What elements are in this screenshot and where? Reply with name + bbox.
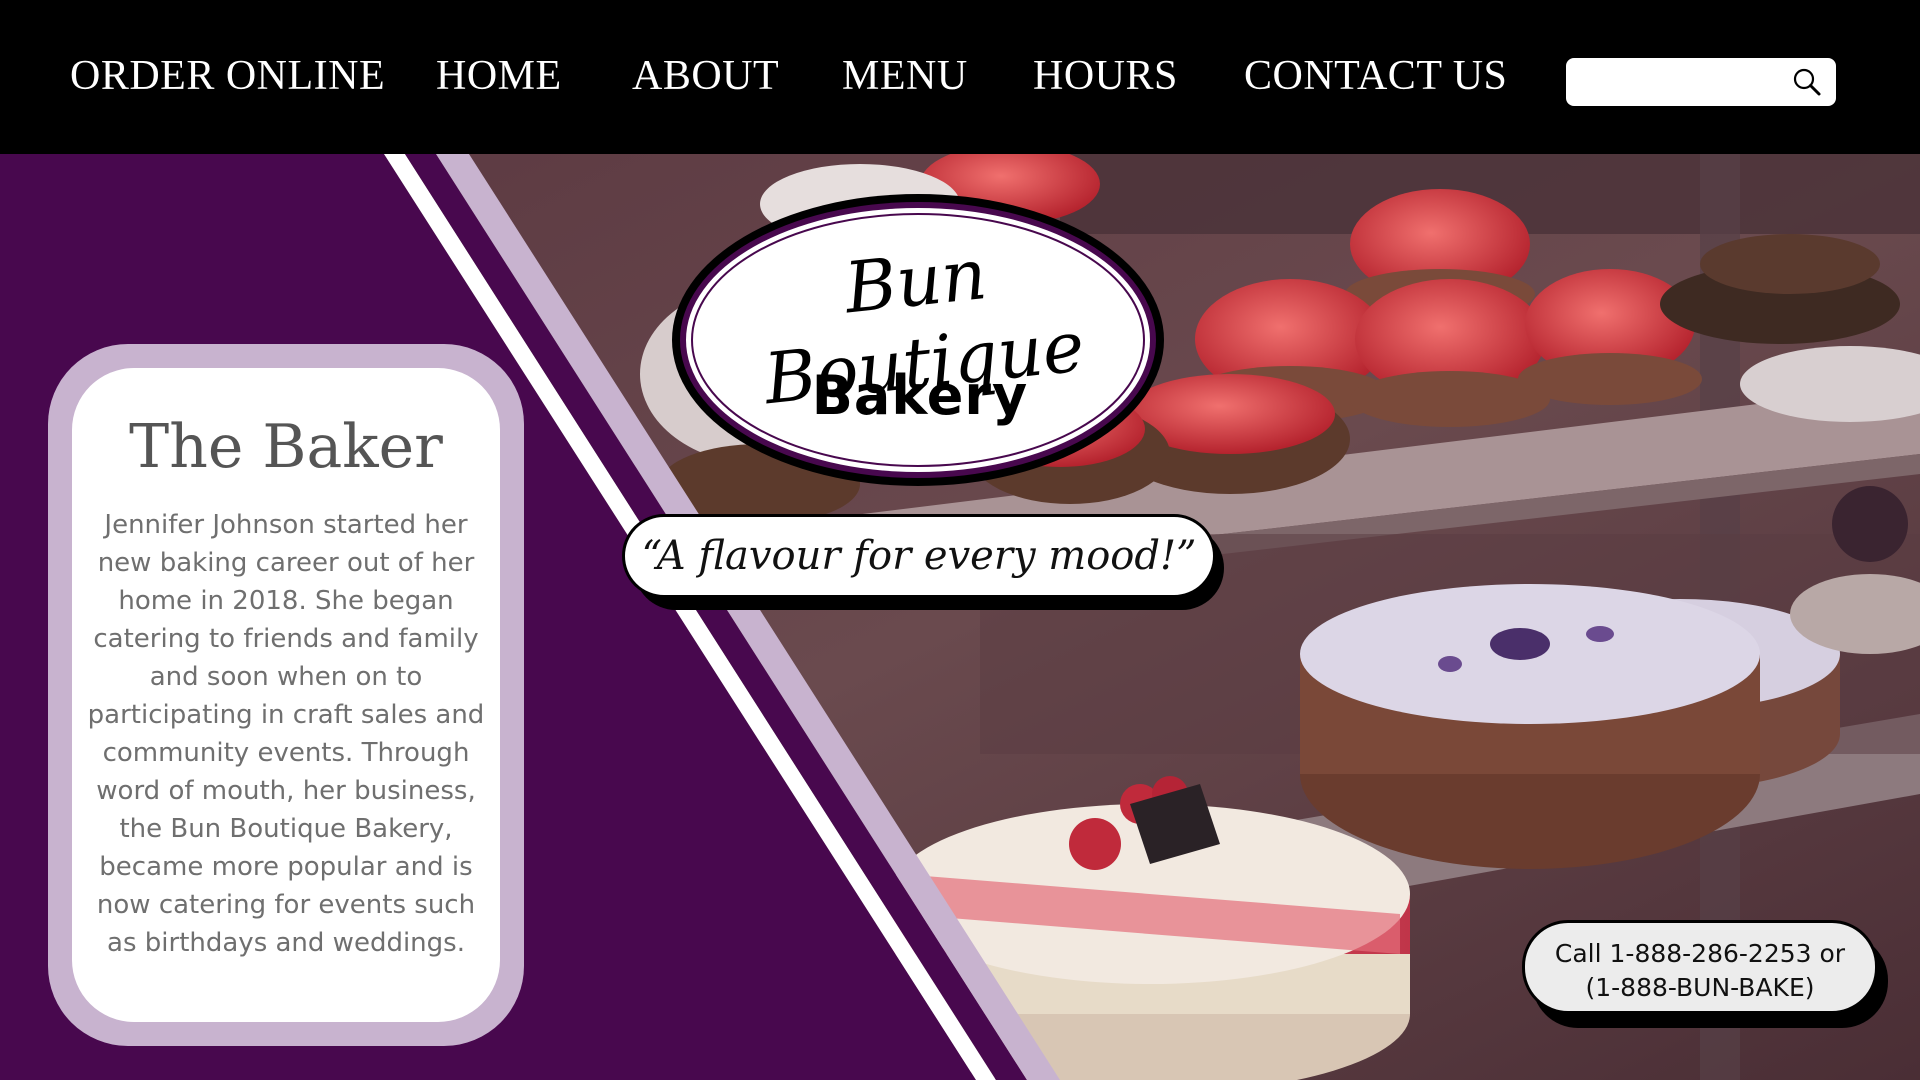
top-nav-bar: ORDER ONLINE HOME ABOUT MENU HOURS CONTA… [0,0,1920,154]
nav-order-online[interactable]: ORDER ONLINE [70,52,385,100]
search-input[interactable] [1576,64,1780,100]
call-line-1: Call 1-888-286-2253 or [1554,939,1846,968]
search-box[interactable] [1566,58,1836,106]
baker-card: The Baker Jennifer Johnson started her n… [48,344,524,1046]
baker-card-title: The Baker [129,412,443,482]
nav-home[interactable]: HOME [436,52,562,100]
search-icon[interactable] [1792,67,1822,97]
nav-about[interactable]: ABOUT [632,52,779,100]
baker-card-inner: The Baker Jennifer Johnson started her n… [72,368,500,1022]
call-line-2: (1-888-BUN-BAKE) [1585,973,1815,1002]
nav-menu[interactable]: MENU [842,52,968,100]
tagline: “A flavour for every mood!” [622,514,1216,598]
nav-hours[interactable]: HOURS [1033,52,1178,100]
baker-card-body: Jennifer Johnson started her new baking … [87,510,485,958]
logo-sub-text: Bakery [811,364,1029,427]
call-bubble[interactable]: Call 1-888-286-2253 or (1-888-BUN-BAKE) [1522,920,1878,1014]
nav-contact-us[interactable]: CONTACT US [1244,52,1507,100]
